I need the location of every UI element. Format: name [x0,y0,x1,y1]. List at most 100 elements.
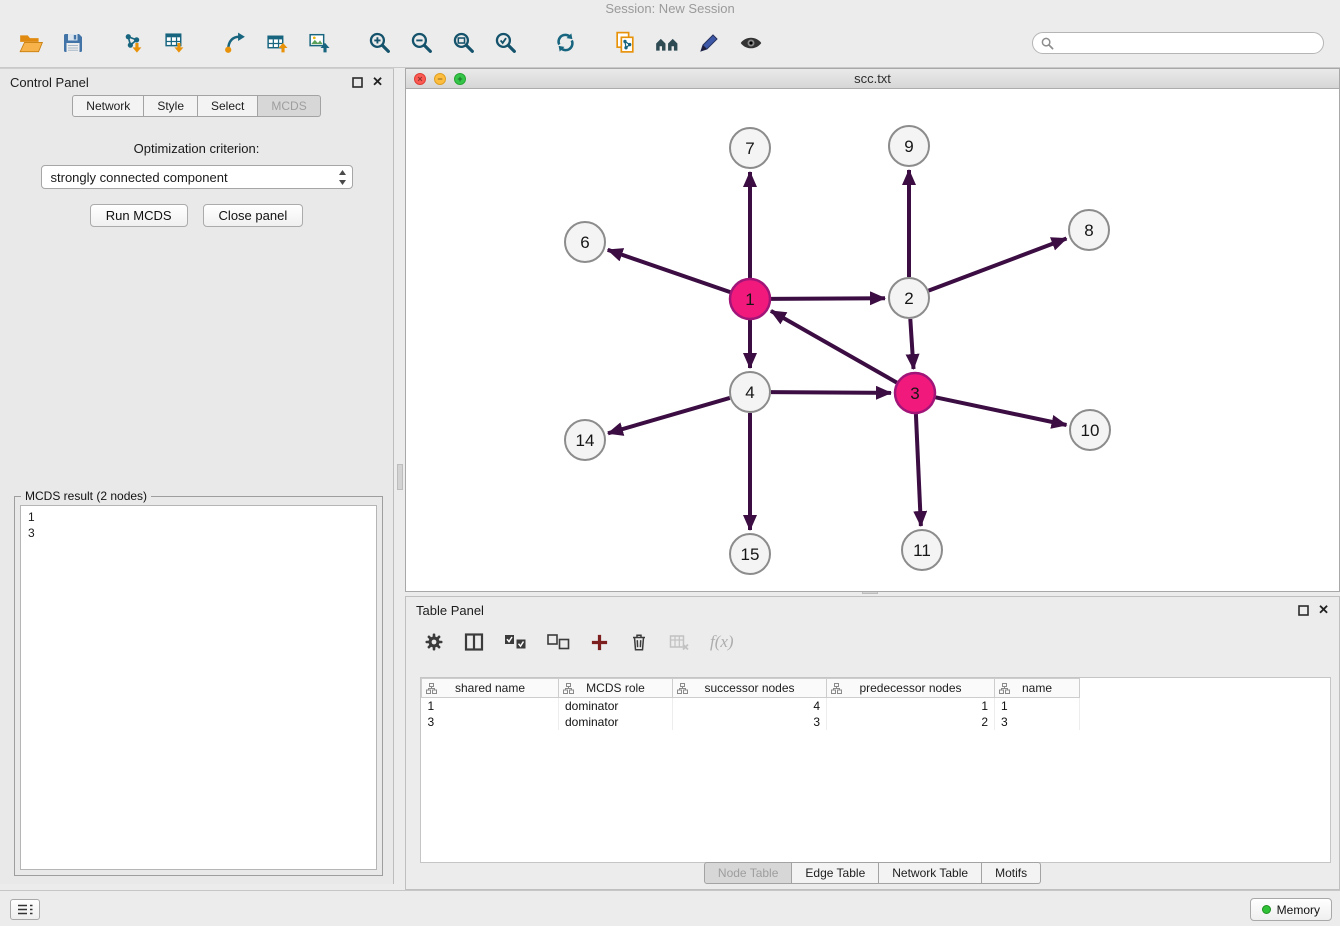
select-all-button[interactable] [504,634,527,650]
svg-text:4: 4 [745,383,754,402]
graph-node-2[interactable]: 2 [889,278,929,318]
mcds-result-list[interactable]: 1 3 [20,505,377,870]
minimize-traffic-light[interactable]: − [434,73,446,85]
zoom-selected-button[interactable] [484,23,526,63]
network-window-title: scc.txt [406,71,1339,86]
vertical-splitter-handle[interactable] [397,464,403,490]
run-mcds-button[interactable]: Run MCDS [90,204,188,227]
table-row[interactable]: 3 dominator 3 2 3 [422,714,1080,730]
tab-edge-table[interactable]: Edge Table [792,862,879,884]
graph-edge-3-1[interactable] [771,311,897,383]
delete-column-button[interactable] [629,632,649,652]
close-traffic-light[interactable]: × [414,73,426,85]
tab-network[interactable]: Network [72,95,144,117]
column-header-predecessor-nodes[interactable]: predecessor nodes [827,679,995,698]
first-neighbors-button[interactable] [214,23,256,63]
graph-node-8[interactable]: 8 [1069,210,1109,250]
graph-edge-3-11[interactable] [916,414,921,526]
tab-network-table[interactable]: Network Table [879,862,982,884]
network-canvas[interactable]: 7 9 6 8 1 2 4 3 14 10 15 11 [406,89,1339,591]
cell-mcds-role[interactable]: dominator [559,698,673,714]
table-row[interactable]: 1 dominator 4 1 1 [422,698,1080,714]
import-network-button[interactable] [112,23,154,63]
plus-icon [590,633,609,652]
cell-predecessor-nodes[interactable]: 1 [827,698,995,714]
tab-mcds[interactable]: MCDS [258,95,320,117]
tab-node-table[interactable]: Node Table [704,862,793,884]
add-column-button[interactable] [590,633,609,652]
import-table-button[interactable] [154,23,196,63]
mcds-result-item: 3 [28,525,369,541]
zoom-fit-button[interactable] [442,23,484,63]
open-session-button[interactable] [10,23,52,63]
apply-layout-button[interactable] [544,23,586,63]
memory-status-icon [1262,905,1271,914]
cell-mcds-role[interactable]: dominator [559,714,673,730]
fx-icon: f(x) [710,632,734,652]
column-header-name[interactable]: name [995,679,1080,698]
graph-edge-3-10[interactable] [936,397,1067,425]
show-hide-button[interactable] [730,23,772,63]
graph-node-11[interactable]: 11 [902,530,942,570]
graph-node-1[interactable]: 1 [730,279,770,319]
graph-node-9[interactable]: 9 [889,126,929,166]
export-image-icon [307,30,332,55]
zoom-in-button[interactable] [358,23,400,63]
criterion-dropdown[interactable]: strongly connected component [41,165,353,189]
cell-name[interactable]: 3 [995,714,1080,730]
graph-edge-1-2[interactable] [771,298,885,299]
graph-edge-2-3[interactable] [910,319,913,369]
tab-style[interactable]: Style [144,95,198,117]
memory-button[interactable]: Memory [1250,898,1332,921]
show-columns-button[interactable] [464,632,484,652]
tab-motifs[interactable]: Motifs [982,862,1041,884]
svg-text:1: 1 [745,290,754,309]
graph-edge-4-3[interactable] [771,392,891,393]
graph-node-3[interactable]: 3 [895,373,935,413]
control-panel-close-button[interactable]: ✕ [372,76,383,88]
control-panel-float-button[interactable] [352,77,363,88]
delete-table-button[interactable] [669,632,690,652]
status-menu-button[interactable] [10,899,40,920]
cell-shared-name[interactable]: 3 [422,714,559,730]
table-panel-close-button[interactable]: ✕ [1318,604,1329,616]
maximize-traffic-light[interactable]: + [454,73,466,85]
graph-node-14[interactable]: 14 [565,420,605,460]
cell-successor-nodes[interactable]: 3 [673,714,827,730]
graph-node-15[interactable]: 15 [730,534,770,574]
cell-name[interactable]: 1 [995,698,1080,714]
graph-edge-1-6[interactable] [608,250,731,292]
table-panel-title: Table Panel [416,603,484,618]
cell-shared-name[interactable]: 1 [422,698,559,714]
network-analyzer-button[interactable] [646,23,688,63]
export-table-button[interactable] [256,23,298,63]
cell-successor-nodes[interactable]: 4 [673,698,827,714]
graph-edge-4-14[interactable] [608,398,730,433]
graph-edge-2-8[interactable] [929,239,1067,291]
search-input[interactable] [1032,32,1324,54]
column-header-successor-nodes[interactable]: successor nodes [673,679,827,698]
float-window-icon [352,77,363,88]
graph-node-7[interactable]: 7 [730,128,770,168]
save-session-button[interactable] [52,23,94,63]
export-image-button[interactable] [298,23,340,63]
function-builder-button[interactable]: f(x) [710,632,734,652]
close-icon: ✕ [372,76,383,88]
network-graph[interactable]: 7 9 6 8 1 2 4 3 14 10 15 11 [406,89,1339,591]
column-header-mcds-role[interactable]: MCDS role [559,679,673,698]
clone-network-button[interactable] [604,23,646,63]
table-panel-float-button[interactable] [1298,605,1309,616]
paint-style-button[interactable] [688,23,730,63]
column-header-shared-name[interactable]: shared name [422,679,559,698]
graph-node-6[interactable]: 6 [565,222,605,262]
zoom-out-button[interactable] [400,23,442,63]
graph-node-4[interactable]: 4 [730,372,770,412]
table-settings-button[interactable] [424,632,444,652]
cell-predecessor-nodes[interactable]: 2 [827,714,995,730]
deselect-all-button[interactable] [547,634,570,650]
graph-node-10[interactable]: 10 [1070,410,1110,450]
close-panel-button[interactable]: Close panel [203,204,304,227]
tab-select[interactable]: Select [198,95,258,117]
svg-text:6: 6 [580,233,589,252]
window-title: Session: New Session [0,0,1340,18]
